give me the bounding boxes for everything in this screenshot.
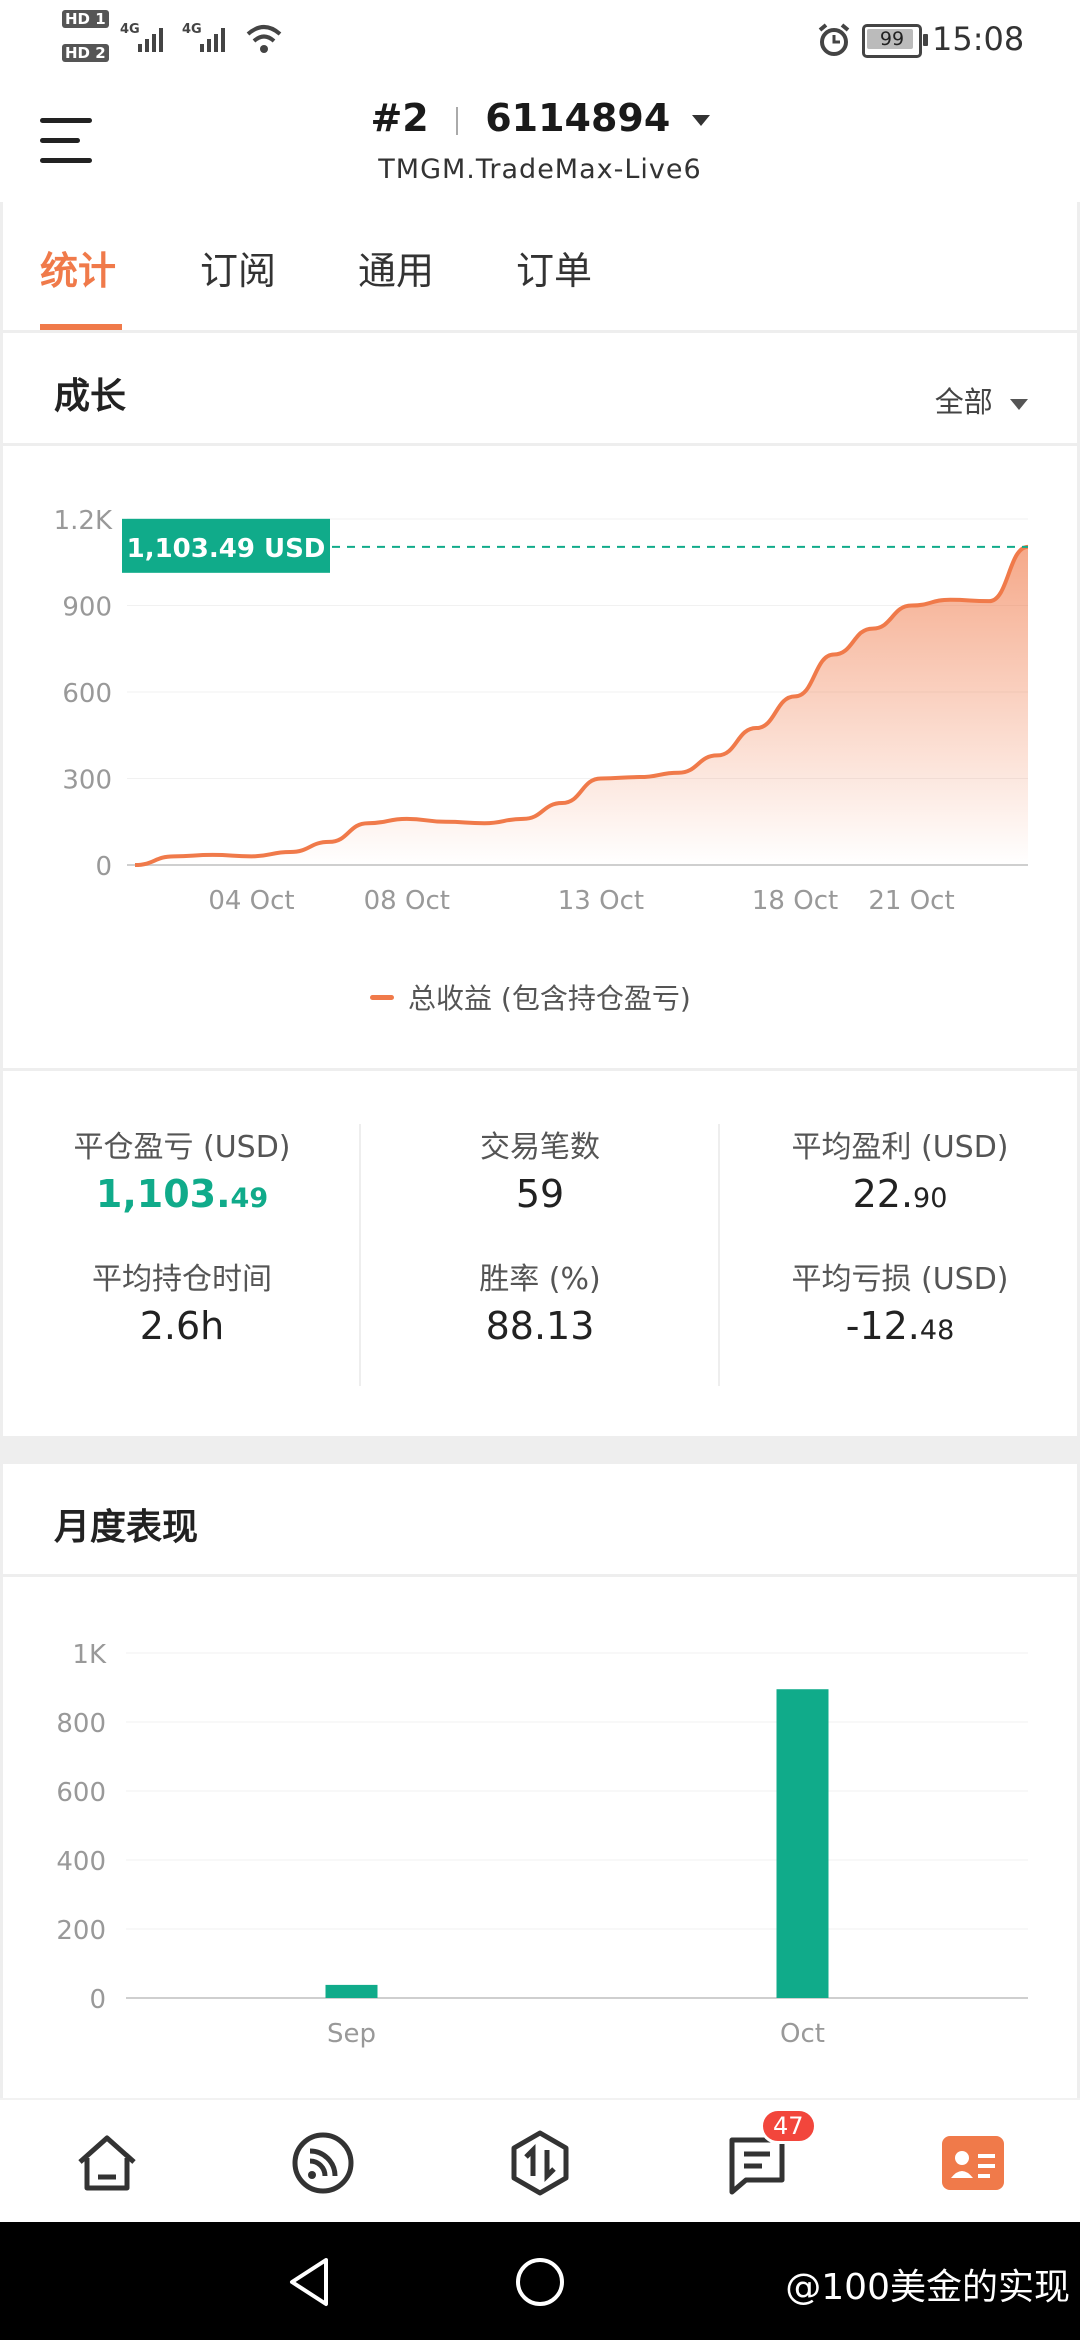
account-id: 6114894	[485, 96, 671, 140]
alarm-icon	[818, 23, 850, 56]
feed-icon	[292, 2132, 354, 2194]
home-icon	[78, 2135, 136, 2191]
stat-value: 1,103.49	[95, 1172, 269, 1216]
stat-value: 22.90	[852, 1172, 948, 1216]
chevron-down-icon	[691, 115, 710, 126]
tab-statistics[interactable]: 统计	[40, 240, 116, 295]
x-tick-label: 21 Oct	[868, 886, 954, 916]
trade-icon	[511, 2130, 569, 2196]
wifi-icon	[246, 25, 282, 53]
monthly-chart: 0 200 400 600 800 1K Sep Oct	[56, 1640, 1028, 2049]
account-number: #2	[370, 96, 429, 140]
watermark-text: @100美金的实现	[785, 2267, 1070, 2308]
stat-avg-loss: 平均亏损 (USD) -12.48	[740, 1254, 1060, 1348]
current-value-label: 1,103.49 USD	[127, 534, 326, 564]
stat-avg-profit: 平均盈利 (USD) 22.90	[740, 1122, 1060, 1216]
bar-sep	[325, 1984, 378, 1998]
stat-label: 平均持仓时间	[92, 1262, 272, 1297]
range-label: 全部	[934, 385, 993, 419]
y-tick-label: 300	[62, 766, 112, 796]
stat-avg-hold: 平均持仓时间 2.6h	[22, 1254, 342, 1348]
stat-value: -12.48	[845, 1304, 955, 1348]
y-tick-label: 800	[56, 1709, 106, 1739]
y-tick-label: 400	[56, 1847, 106, 1877]
nav-feed[interactable]	[288, 2128, 358, 2198]
signal-icon	[138, 28, 163, 52]
account-selector[interactable]: #2 6114894	[0, 96, 1080, 140]
x-tick-label: 08 Oct	[364, 886, 450, 916]
profile-icon	[942, 2136, 1004, 2190]
stat-trades: 交易笔数 59	[380, 1122, 700, 1216]
battery-level: 99	[879, 28, 905, 50]
nav-trade[interactable]	[505, 2128, 575, 2198]
tab-bar: 统计 订阅 通用 订单	[0, 202, 1080, 333]
stat-label: 平均亏损 (USD)	[791, 1262, 1009, 1297]
sim2-badge: HD 2	[62, 44, 109, 62]
status-bar: HD 1 HD 2 4G 4G 99 15:08	[0, 0, 1080, 84]
active-tab-indicator	[40, 324, 122, 330]
x-tick-label: 13 Oct	[558, 886, 644, 916]
sim1-badge: HD 1	[62, 10, 109, 28]
nav-home[interactable]	[72, 2128, 142, 2198]
stat-value: 88.13	[485, 1304, 595, 1348]
nav-profile[interactable]	[938, 2128, 1008, 2198]
stat-win-rate: 胜率 (%) 88.13	[380, 1254, 700, 1348]
stat-label: 交易笔数	[480, 1130, 600, 1165]
stat-closed-pnl: 平仓盈亏 (USD) 1,103.49	[22, 1122, 342, 1216]
signal-icon-2	[200, 28, 225, 52]
tab-subscriptions[interactable]: 订阅	[200, 240, 276, 295]
stat-label: 平仓盈亏 (USD)	[73, 1130, 291, 1165]
server-name: TMGM.TradeMax-Live6	[378, 154, 702, 185]
monthly-header: 月度表现	[0, 1464, 1080, 1577]
y-tick-label: 200	[56, 1916, 106, 1946]
growth-header: 成长 全部	[0, 333, 1080, 446]
stat-value: 2.6h	[139, 1304, 225, 1348]
dropdown-caret-icon	[1010, 398, 1028, 410]
tab-general[interactable]: 通用	[358, 240, 434, 295]
range-selector[interactable]: 全部	[935, 379, 1028, 421]
growth-legend[interactable]: 总收益 (包含持仓盈亏)	[408, 977, 691, 1017]
x-tick-label: Oct	[780, 2019, 825, 2049]
x-tick-label: 18 Oct	[752, 886, 838, 916]
nav-messages[interactable]: 47	[722, 2108, 817, 2198]
area-fill	[135, 546, 1028, 865]
monthly-title: 月度表现	[54, 1507, 199, 1548]
stat-label: 胜率 (%)	[479, 1262, 601, 1297]
y-tick-label: 900	[62, 593, 112, 623]
x-tick-label: Sep	[327, 2019, 376, 2049]
stat-value: 59	[515, 1172, 565, 1216]
legend-swatch	[370, 995, 394, 1000]
y-tick-label: 0	[95, 852, 112, 882]
stat-label: 平均盈利 (USD)	[791, 1130, 1009, 1165]
tab-orders[interactable]: 订单	[516, 240, 592, 295]
system-nav-bar: @100美金的实现	[0, 2222, 1080, 2340]
x-tick-label: 04 Oct	[208, 886, 294, 916]
growth-chart: 0 300 600 900 1.2K 1,103.49 USD 04 Oct 08 Oct 13…	[54, 506, 1029, 916]
message-badge: 47	[760, 2108, 817, 2144]
y-tick-label: 1.2K	[54, 506, 113, 536]
y-tick-label: 600	[62, 679, 112, 709]
growth-title: 成长	[54, 376, 127, 417]
status-time: 15:08	[932, 20, 1025, 58]
battery-icon: 99	[862, 24, 928, 58]
home-circle-icon[interactable]	[512, 2252, 568, 2312]
y-tick-label: 0	[89, 1985, 106, 2015]
y-tick-label: 1K	[72, 1640, 107, 1670]
back-icon[interactable]	[282, 2252, 338, 2312]
bottom-nav: 47	[0, 2098, 1080, 2224]
bar-oct	[776, 1689, 829, 1998]
y-tick-label: 600	[56, 1778, 106, 1808]
